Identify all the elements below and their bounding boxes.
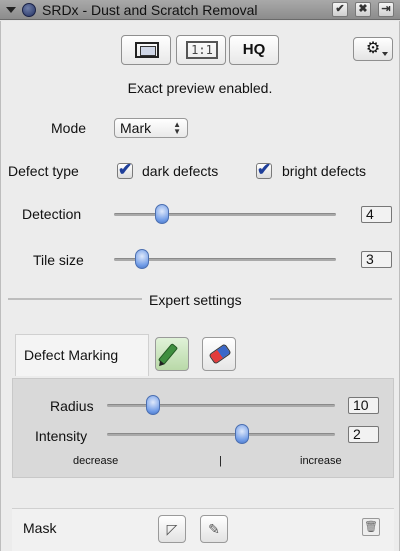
mask-brush-button[interactable]: ✎ <box>200 515 228 543</box>
detach-icon[interactable]: ⇥ <box>378 2 394 17</box>
mark-defects-tool-button[interactable] <box>155 337 189 371</box>
one-to-one-icon: 1:1 <box>186 41 218 59</box>
bright-defects-label: bright defects <box>282 163 367 179</box>
divider-right <box>270 298 392 300</box>
radius-slider-thumb[interactable] <box>146 395 160 415</box>
detection-slider-track[interactable] <box>114 213 336 216</box>
collapse-arrow-icon[interactable] <box>6 7 16 13</box>
srdx-logo-icon <box>22 3 36 17</box>
dark-defects-label: dark defects <box>142 163 219 179</box>
title-bar: SRDx - Dust and Scratch Removal ✔ ✖ ⇥ <box>0 0 400 20</box>
radius-slider-track[interactable] <box>107 404 335 407</box>
mask-shape-button[interactable]: ◸ <box>158 515 186 543</box>
exact-preview-button[interactable] <box>121 35 171 65</box>
preview-status: Exact preview enabled. <box>127 80 273 96</box>
eraser-icon <box>208 343 232 365</box>
bright-defects-checkbox[interactable]: ✔ <box>256 161 272 179</box>
decrease-label: decrease <box>73 455 119 467</box>
erase-defects-tool-button[interactable] <box>202 337 236 371</box>
expert-settings-toggle[interactable]: Expert settings <box>149 292 242 308</box>
center-mark: | <box>219 455 222 467</box>
tile-size-label: Tile size <box>33 252 84 268</box>
one-to-one-button[interactable]: 1:1 <box>176 35 226 65</box>
close-icon[interactable]: ✖ <box>355 2 371 17</box>
mode-value: Mark <box>120 120 152 136</box>
defect-type-label: Defect type <box>8 163 79 179</box>
intensity-slider-thumb[interactable] <box>235 424 249 444</box>
gear-icon: ⚙ <box>365 40 381 57</box>
hq-button[interactable]: HQ <box>229 35 279 65</box>
trash-icon[interactable]: 🗑 <box>362 518 380 536</box>
select-arrows-icon: ▲ ▼ <box>173 120 181 136</box>
tile-size-value[interactable]: 3 <box>361 251 392 268</box>
window-title: SRDx - Dust and Scratch Removal <box>42 2 258 18</box>
radius-value[interactable]: 10 <box>348 397 379 414</box>
intensity-slider-track[interactable] <box>107 433 335 436</box>
pen-add-icon <box>157 343 179 365</box>
apply-check-icon[interactable]: ✔ <box>332 2 348 17</box>
radius-label: Radius <box>50 398 94 414</box>
defect-marking-tab: Defect Marking <box>15 334 149 376</box>
settings-button[interactable]: ⚙ <box>353 37 393 61</box>
mode-label: Mode <box>51 120 87 136</box>
tile-size-slider-thumb[interactable] <box>135 249 149 269</box>
mode-select[interactable]: Mark ▲ ▼ <box>114 118 188 138</box>
dropdown-caret-icon <box>382 52 388 56</box>
detection-label: Detection <box>22 206 82 222</box>
dark-defects-checkbox[interactable]: ✔ <box>117 161 133 179</box>
increase-label: increase <box>300 455 342 467</box>
divider-left <box>8 298 142 300</box>
detection-value[interactable]: 4 <box>361 206 392 223</box>
mask-shape-icon: ◸ <box>166 521 178 537</box>
detection-slider-thumb[interactable] <box>155 204 169 224</box>
preview-frame-icon <box>135 42 159 58</box>
intensity-label: Intensity <box>35 428 88 444</box>
mask-label: Mask <box>23 520 57 536</box>
intensity-value[interactable]: 2 <box>348 426 379 443</box>
mask-brush-icon: ✎ <box>208 521 220 537</box>
